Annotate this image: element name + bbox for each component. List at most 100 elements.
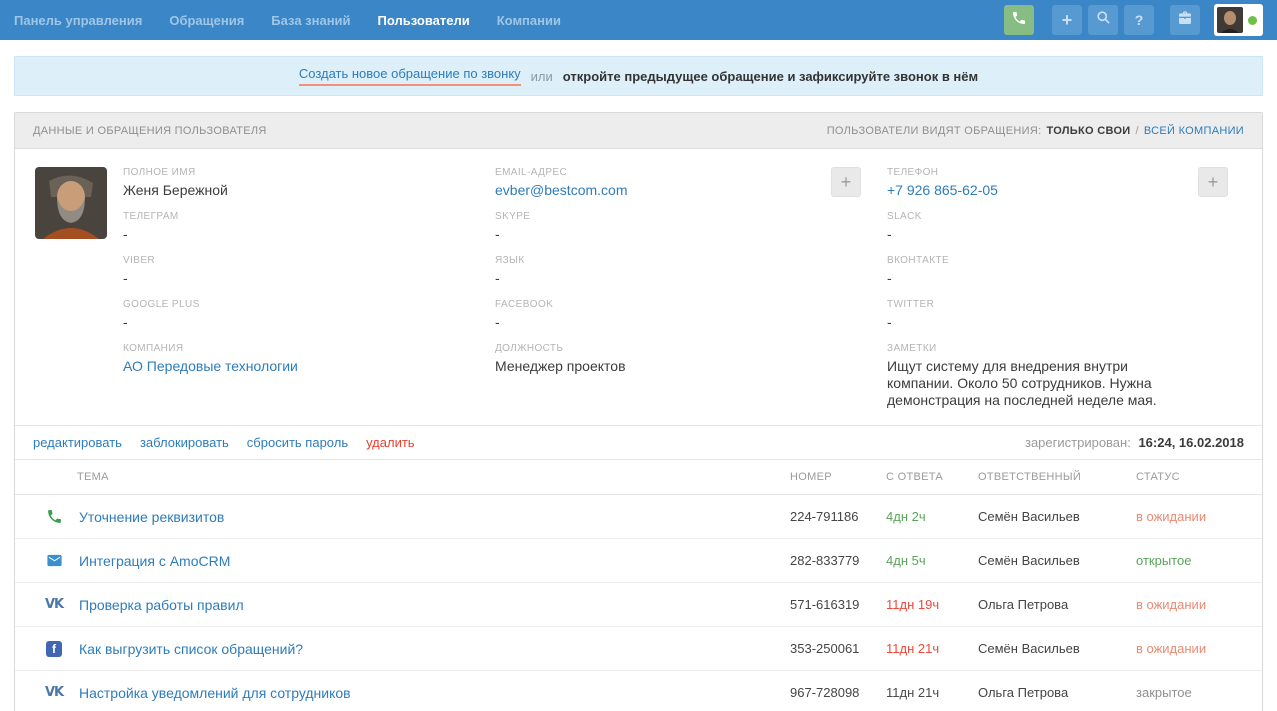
ticket-topic-link[interactable]: Настройка уведомлений для сотрудников: [79, 685, 351, 701]
ticket-topic-link[interactable]: Уточнение реквизитов: [79, 509, 224, 525]
field-value: -: [123, 314, 495, 331]
delete-user-link[interactable]: удалить: [366, 435, 414, 450]
field-label: ТЕЛЕГРАМ: [123, 211, 495, 222]
profile-column-1: ПОЛНОЕ ИМЯ Женя Бережной ТЕЛЕГРАМ - VIBE…: [123, 167, 495, 421]
ticket-assignee: Ольга Петрова: [978, 685, 1136, 700]
field-value: -: [495, 270, 831, 287]
online-status-dot: [1248, 16, 1257, 25]
add-button[interactable]: +: [1052, 5, 1082, 35]
block-user-link[interactable]: заблокировать: [140, 435, 229, 450]
column-header-number: НОМЕР: [790, 471, 886, 483]
registered-info: зарегистрирован: 16:24, 16.02.2018: [1025, 435, 1244, 450]
tickets-table-header: ТЕМА НОМЕР С ОТВЕТА ОТВЕТСТВЕННЫЙ СТАТУС: [15, 459, 1262, 495]
field-label: КОМПАНИЯ: [123, 343, 495, 354]
ticket-number: 353-250061: [790, 641, 886, 656]
column-header-assignee: ОТВЕТСТВЕННЫЙ: [978, 471, 1136, 483]
main-menu: Панель управления Обращения База знаний …: [14, 13, 561, 28]
banner-instruction-text: откройте предыдущее обращение и зафиксир…: [563, 69, 978, 84]
ticket-status: в ожидании: [1136, 641, 1244, 656]
field-value: -: [123, 270, 495, 287]
field-vkontakte: ВКОНТАКТЕ -: [887, 255, 1184, 287]
add-email-button[interactable]: +: [831, 167, 861, 197]
nav-item-dashboard[interactable]: Панель управления: [14, 13, 142, 28]
notes-text: Ищут систему для внедрения внутри компан…: [887, 358, 1184, 409]
field-label: SKYPE: [495, 211, 831, 222]
column-header-topic: ТЕМА: [45, 471, 790, 483]
field-label: ВКОНТАКТЕ: [887, 255, 1184, 266]
ticket-status: открытое: [1136, 553, 1244, 568]
user-card: ДАННЫЕ И ОБРАЩЕНИЯ ПОЛЬЗОВАТЕЛЯ ПОЛЬЗОВА…: [14, 112, 1263, 711]
field-label: TWITTER: [887, 299, 1184, 310]
nav-item-tickets[interactable]: Обращения: [169, 13, 244, 28]
ticket-since-reply: 11дн 21ч: [886, 685, 978, 700]
field-value: -: [123, 226, 495, 243]
user-profile: ПОЛНОЕ ИМЯ Женя Бережной ТЕЛЕГРАМ - VIBE…: [15, 149, 1262, 425]
ticket-assignee: Семён Васильев: [978, 509, 1136, 524]
ticket-since-reply: 11дн 19ч: [886, 597, 978, 612]
banner-or-text: или: [531, 69, 553, 84]
add-phone-button[interactable]: +: [1198, 167, 1228, 197]
field-google-plus: GOOGLE PLUS -: [123, 299, 495, 331]
ticket-number: 282-833779: [790, 553, 886, 568]
field-company: КОМПАНИЯ АО Передовые технологии: [123, 343, 495, 375]
field-phone: ТЕЛЕФОН +7 926 865-62-05: [887, 167, 1184, 199]
email-channel-icon: [45, 552, 63, 570]
field-label: ТЕЛЕФОН: [887, 167, 1184, 178]
field-telegram: ТЕЛЕГРАМ -: [123, 211, 495, 243]
field-label: FACEBOOK: [495, 299, 831, 310]
ticket-assignee: Семён Васильев: [978, 641, 1136, 656]
table-row: Интеграция с AmoCRM 282-833779 4дн 5ч Се…: [15, 539, 1262, 583]
search-icon: [1096, 10, 1111, 30]
ticket-topic-link[interactable]: Интеграция с AmoCRM: [79, 553, 230, 569]
navbar-actions: + ?: [1004, 4, 1263, 36]
briefcase-icon: [1177, 10, 1193, 31]
field-email: EMAIL-АДРЕС evber@bestcom.com: [495, 167, 831, 199]
nav-item-knowledge-base[interactable]: База знаний: [271, 13, 350, 28]
nav-item-users[interactable]: Пользователи: [378, 13, 470, 28]
ticket-since-reply: 4дн 5ч: [886, 553, 978, 568]
profile-column-2: EMAIL-АДРЕС evber@bestcom.com SKYPE - ЯЗ…: [495, 167, 831, 421]
reset-password-link[interactable]: сбросить пароль: [247, 435, 348, 450]
profile-column-3: ТЕЛЕФОН +7 926 865-62-05 SLACK - ВКОНТАК…: [887, 167, 1242, 421]
email-link[interactable]: evber@bestcom.com: [495, 182, 831, 199]
company-link[interactable]: АО Передовые технологии: [123, 358, 495, 375]
ticket-status: в ожидании: [1136, 509, 1244, 524]
field-facebook: FACEBOOK -: [495, 299, 831, 331]
field-skype: SKYPE -: [495, 211, 831, 243]
field-label: EMAIL-АДРЕС: [495, 167, 831, 178]
field-label: GOOGLE PLUS: [123, 299, 495, 310]
edit-user-link[interactable]: редактировать: [33, 435, 122, 450]
question-icon: ?: [1135, 13, 1144, 27]
phone-channel-icon: [45, 508, 63, 526]
help-button[interactable]: ?: [1124, 5, 1154, 35]
field-value: -: [495, 226, 831, 243]
registered-label: зарегистрирован:: [1025, 435, 1131, 450]
ticket-topic-link[interactable]: Проверка работы правил: [79, 597, 244, 613]
ticket-status: в ожидании: [1136, 597, 1244, 612]
column-header-since: С ОТВЕТА: [886, 471, 978, 483]
field-value: -: [495, 314, 831, 331]
ticket-number: 967-728098: [790, 685, 886, 700]
create-ticket-from-call-link[interactable]: Создать новое обращение по звонку: [299, 66, 521, 86]
facebook-channel-icon: f: [45, 640, 63, 658]
visibility-alternative-link[interactable]: ВСЕЙ КОМПАНИИ: [1144, 125, 1244, 137]
active-call-button[interactable]: [1004, 5, 1034, 35]
ticket-number: 571-616319: [790, 597, 886, 612]
ticket-topic-link[interactable]: Как выгрузить список обращений?: [79, 641, 303, 657]
field-label: ДОЛЖНОСТЬ: [495, 343, 831, 354]
vk-channel-icon: VK: [45, 684, 63, 702]
phone-link[interactable]: +7 926 865-62-05: [887, 182, 1184, 199]
workspace-button[interactable]: [1170, 5, 1200, 35]
field-twitter: TWITTER -: [887, 299, 1184, 331]
nav-item-companies[interactable]: Компании: [497, 13, 561, 28]
registered-date: 16:24, 16.02.2018: [1138, 435, 1244, 450]
table-row: VK Настройка уведомлений для сотрудников…: [15, 671, 1262, 711]
visibility-setting: ПОЛЬЗОВАТЕЛИ ВИДЯТ ОБРАЩЕНИЯ: ТОЛЬКО СВО…: [827, 125, 1244, 137]
field-label: ЗАМЕТКИ: [887, 343, 1184, 354]
field-label: VIBER: [123, 255, 495, 266]
ticket-assignee: Ольга Петрова: [978, 597, 1136, 612]
current-agent-widget[interactable]: [1214, 4, 1263, 36]
table-row: VK Проверка работы правил 571-616319 11д…: [15, 583, 1262, 627]
ticket-number: 224-791186: [790, 509, 886, 524]
search-button[interactable]: [1088, 5, 1118, 35]
